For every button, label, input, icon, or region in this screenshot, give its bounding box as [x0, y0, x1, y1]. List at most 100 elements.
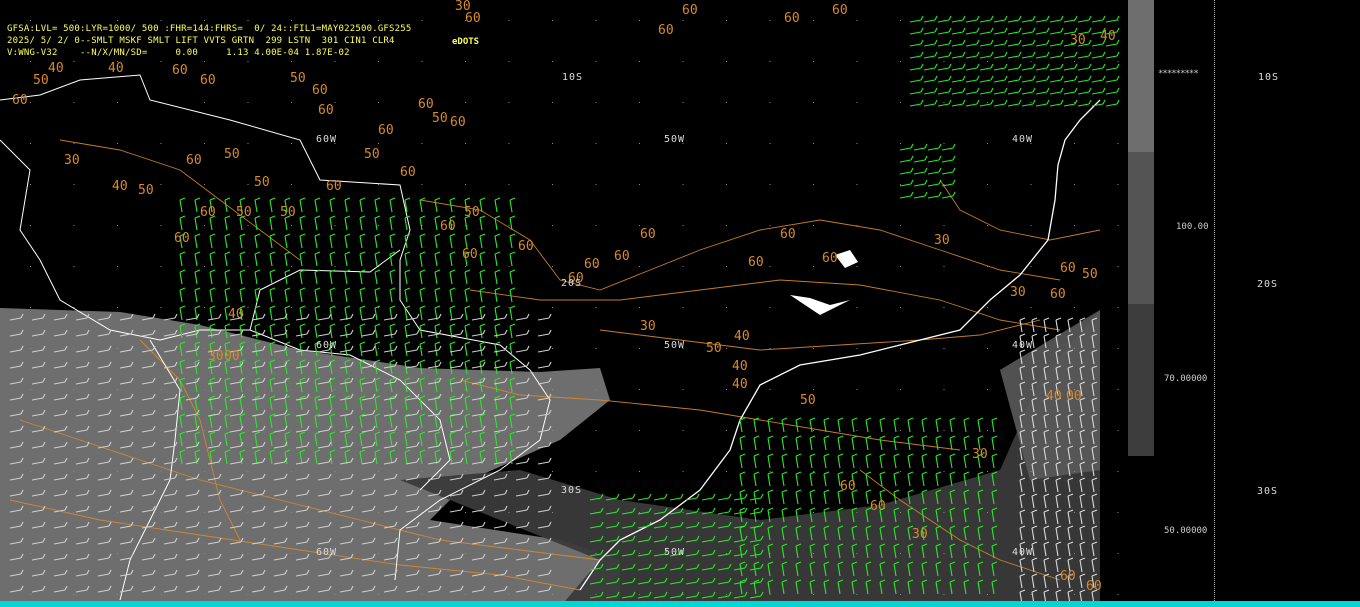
wind-barb [329, 287, 336, 303]
wind-barb [1007, 63, 1022, 71]
wind-barb [1021, 51, 1036, 59]
grid-dot [552, 143, 553, 144]
wind-barb-shaft [941, 147, 954, 151]
wind-barb-flag [269, 305, 276, 309]
wind-barb-flag [374, 215, 381, 219]
grid-dot [813, 348, 814, 349]
wind-barb-shaft [893, 419, 897, 433]
grid-dot [813, 20, 814, 21]
wind-barb [739, 453, 746, 469]
wind-barb-shaft [927, 195, 940, 199]
grid-dot [30, 102, 31, 103]
wind-barb-flag [479, 233, 486, 237]
wind-barb [209, 233, 216, 249]
wind-barb-shaft [991, 437, 995, 451]
wind-barb [179, 197, 186, 213]
grid-dot [204, 225, 205, 226]
grid-dot [465, 430, 466, 431]
lon-label-60w-mid: 60W [316, 340, 338, 351]
right-lat-label-30s: 30S [1257, 486, 1279, 497]
wind-barb-flag [977, 417, 984, 421]
grid-dot [943, 225, 945, 226]
wind-barb [449, 505, 464, 513]
wind-barb-shaft [1007, 55, 1020, 59]
wind-barb-flag [893, 435, 900, 439]
wind-barb [909, 51, 924, 59]
wind-barb [899, 143, 914, 151]
wind-barb [317, 329, 332, 337]
wind-barb [427, 361, 442, 369]
grid-dot [813, 102, 814, 103]
wind-barb-flag [728, 507, 732, 513]
wind-barb-flag [976, 63, 980, 69]
wind-barb-shaft [795, 437, 799, 451]
grid-dot [769, 348, 771, 349]
wind-barb-shaft [359, 199, 363, 213]
wind-barb-flag [434, 233, 441, 237]
wind-barb-shaft [344, 325, 348, 339]
wind-barb [427, 345, 442, 353]
grid-dot [1074, 512, 1075, 513]
contour-label: 50 [464, 205, 480, 220]
wind-barb-shaft [434, 199, 438, 213]
wind-barb-shaft [1077, 103, 1090, 107]
wind-barb-flag [910, 179, 914, 185]
wind-barb-flag [419, 359, 426, 363]
wind-barb-shaft [909, 103, 922, 107]
contour-label: 50 [33, 73, 49, 88]
wind-barb-shaft [299, 289, 303, 303]
wind-barb-shaft [935, 437, 939, 451]
grid-dot [73, 20, 75, 21]
contour-label: 60 [378, 123, 394, 138]
wind-barb-shaft [937, 79, 950, 83]
wind-barb-flag [893, 453, 900, 457]
wind-barb-shaft [254, 307, 258, 321]
wind-barb [344, 287, 351, 303]
wind-barb-shaft [269, 199, 273, 213]
wind-barb [359, 251, 366, 267]
wind-barb [479, 251, 486, 267]
contour-label: 40 [48, 61, 64, 76]
wind-barb-shaft [1105, 91, 1118, 95]
wind-barb-shaft [1035, 43, 1048, 47]
map-panel[interactable]: 30 60 60 60 60 60 60 60 50 40 40 60 50 60 60 60 50 60 60 30… [0, 0, 1128, 607]
wind-barb-flag [879, 489, 886, 493]
wind-barb-flag [374, 287, 381, 291]
wind-barb [823, 417, 830, 433]
wind-barb [823, 453, 830, 469]
wind-barb-shaft [913, 147, 926, 151]
wind-barb-shaft [314, 253, 318, 267]
wind-barb-flag [254, 287, 261, 291]
wind-barb [921, 435, 928, 451]
wind-barb-flag [449, 251, 456, 255]
wind-barb [893, 471, 900, 487]
wind-barb-shaft [361, 333, 374, 337]
wind-barb [909, 39, 924, 47]
grid-dot [291, 389, 292, 390]
wind-barb [284, 323, 291, 339]
contour-label: 60 [172, 63, 188, 78]
contour-label: 60 [832, 3, 848, 18]
wind-barb-flag [494, 341, 501, 345]
grid-dot [291, 184, 292, 185]
wind-barb-flag [350, 329, 354, 335]
wind-barb-flag [924, 179, 928, 185]
wind-barb [344, 251, 351, 267]
wind-barb-flag [1032, 39, 1036, 45]
wind-barb-shaft [419, 199, 423, 213]
contour-label: 50 [254, 175, 270, 190]
wind-barb-shaft [314, 325, 318, 339]
grid-dot [900, 20, 901, 21]
wind-barb [374, 215, 381, 231]
wind-barb-flag [509, 197, 516, 201]
wind-barb-flag [394, 313, 398, 319]
grid-dot [204, 61, 205, 62]
wind-barb-shaft [739, 437, 743, 451]
grid-dot [856, 102, 858, 103]
wind-barb-shaft [224, 199, 228, 213]
wind-barb-shaft [1091, 91, 1104, 95]
wind-barb-flag [404, 269, 411, 273]
wind-barb-shaft [1019, 319, 1023, 333]
wind-barb [434, 251, 441, 267]
wind-barb-flag [990, 99, 994, 105]
